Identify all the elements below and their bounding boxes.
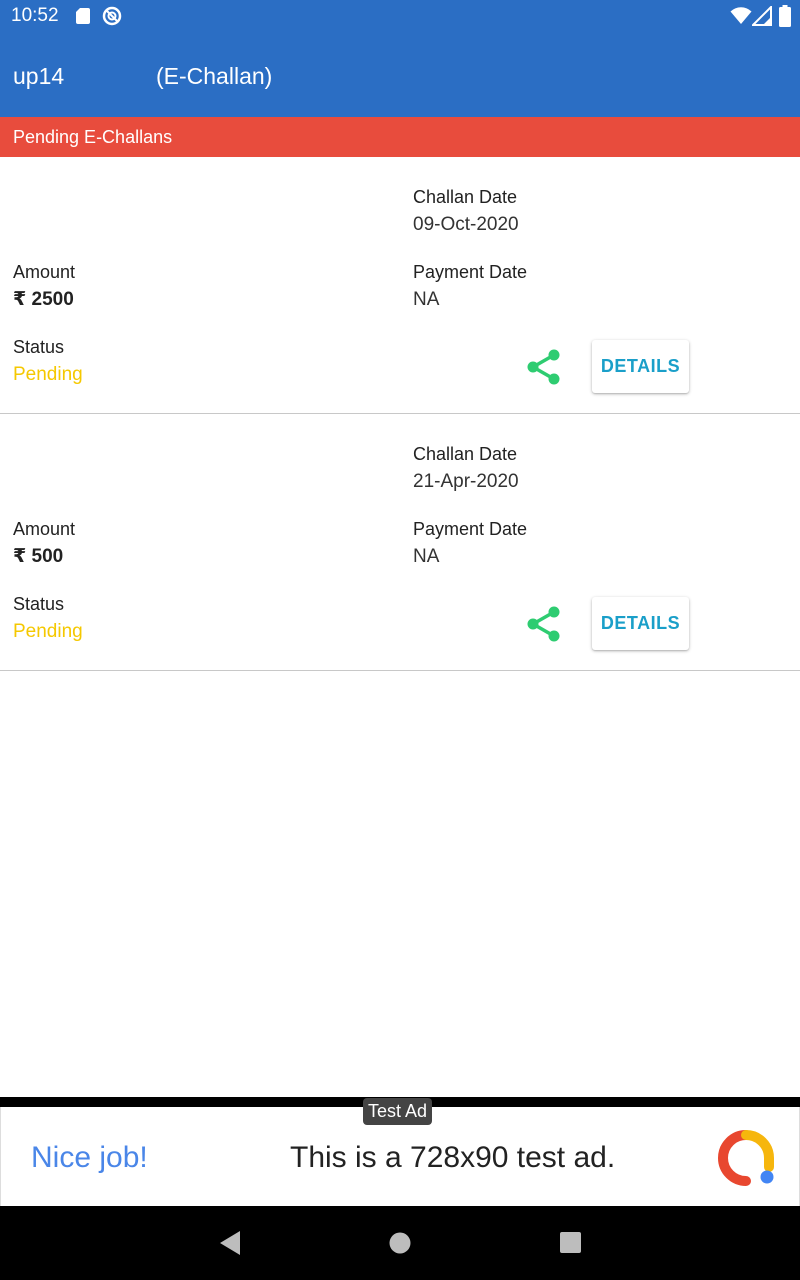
- challan-date-value: 21-Apr-2020: [413, 471, 519, 492]
- app-bar: up14 (E-Challan): [0, 34, 800, 117]
- challan-list: Challan Date 09-Oct-2020 Amount ₹ 2500 P…: [0, 157, 800, 671]
- sd-card-icon: [76, 8, 90, 24]
- payment-date-label: Payment Date: [413, 262, 528, 282]
- status-time: 10:52: [11, 5, 59, 26]
- recents-icon[interactable]: [559, 1231, 582, 1254]
- amount-label: Amount: [13, 262, 76, 282]
- back-icon[interactable]: [218, 1230, 242, 1256]
- payment-date-value: NA: [413, 546, 440, 567]
- amount-label: Amount: [13, 519, 76, 539]
- vehicle-number-title: up14: [13, 63, 65, 89]
- status-label: Status: [13, 337, 65, 357]
- wifi-icon: [730, 7, 752, 24]
- status-value: Pending: [13, 621, 83, 642]
- challan-date-label: Challan Date: [413, 187, 518, 207]
- details-button[interactable]: DETAILS: [592, 597, 689, 650]
- amount-value: ₹ 2500: [13, 289, 74, 310]
- ad-body-text[interactable]: This is a 728x90 test ad.: [290, 1141, 615, 1175]
- section-banner: Pending E-Challans: [0, 117, 800, 157]
- payment-date-label: Payment Date: [413, 519, 528, 539]
- ad-headline[interactable]: Nice job!: [31, 1141, 148, 1175]
- amount-value: ₹ 500: [13, 546, 64, 567]
- details-button[interactable]: DETAILS: [592, 340, 689, 393]
- app-bar-subtitle: (E-Challan): [156, 63, 273, 89]
- challan-date-value: 09-Oct-2020: [413, 214, 519, 235]
- share-icon[interactable]: [524, 604, 564, 644]
- challan-card: Challan Date 21-Apr-2020 Amount ₹ 500 Pa…: [0, 414, 800, 671]
- signal-icon: [752, 6, 772, 26]
- home-icon[interactable]: [388, 1231, 412, 1255]
- battery-icon: [779, 5, 791, 27]
- payment-date-value: NA: [413, 289, 440, 310]
- circle-status-icon: [102, 6, 122, 26]
- navigation-bar: [0, 1206, 800, 1280]
- status-label: Status: [13, 594, 65, 614]
- challan-card: Challan Date 09-Oct-2020 Amount ₹ 2500 P…: [0, 157, 800, 414]
- ad-logo-icon[interactable]: [715, 1127, 777, 1189]
- test-ad-tag: Test Ad: [363, 1098, 433, 1125]
- status-value: Pending: [13, 364, 83, 385]
- share-icon[interactable]: [524, 347, 564, 387]
- status-bar: 10:52: [0, 0, 800, 34]
- challan-date-label: Challan Date: [413, 444, 518, 464]
